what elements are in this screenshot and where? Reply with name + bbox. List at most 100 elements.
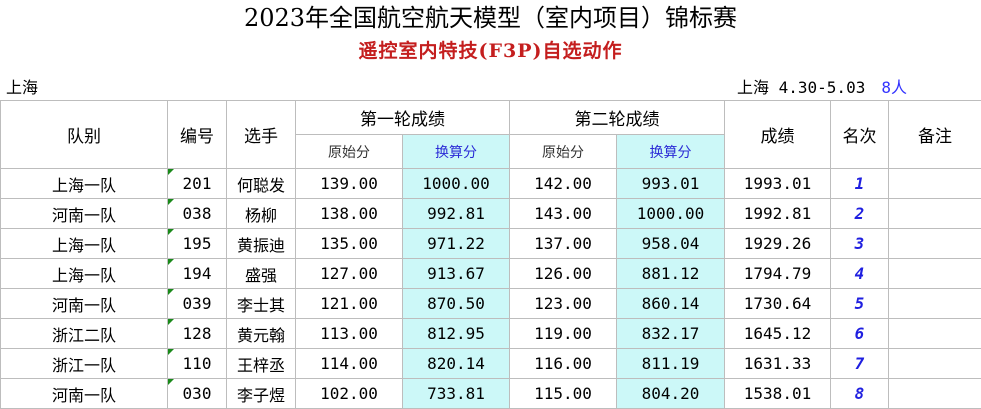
pilot-cell: 黄元翰	[227, 319, 296, 349]
r1-raw-cell: 121.00	[296, 289, 403, 319]
r2-converted-cell: 832.17	[617, 319, 725, 349]
col-r2-converted-header: 换算分	[617, 135, 725, 169]
table-row: 浙江二队128黄元翰113.00812.95119.00832.171645.1…	[1, 319, 981, 349]
r1-converted-cell: 1000.00	[403, 169, 510, 199]
pilot-cell: 王梓丞	[227, 349, 296, 379]
notes-cell	[889, 349, 981, 379]
notes-cell	[889, 379, 981, 409]
r2-raw-cell: 143.00	[510, 199, 617, 229]
date-range: 上海 4.30-5.03	[737, 78, 865, 97]
notes-cell	[889, 229, 981, 259]
team-cell: 河南一队	[1, 379, 168, 409]
number-cell: 030	[168, 379, 227, 409]
number-cell: 194	[168, 259, 227, 289]
r1-raw-cell: 114.00	[296, 349, 403, 379]
r2-raw-cell: 137.00	[510, 229, 617, 259]
col-rank-header: 名次	[831, 101, 889, 169]
notes-cell	[889, 319, 981, 349]
r1-raw-cell: 127.00	[296, 259, 403, 289]
r2-converted-cell: 811.19	[617, 349, 725, 379]
table-row: 河南一队039李士其121.00870.50123.00860.141730.6…	[1, 289, 981, 319]
rank-cell: 7	[831, 349, 889, 379]
r1-raw-cell: 139.00	[296, 169, 403, 199]
team-cell: 浙江二队	[1, 319, 168, 349]
col-team-header: 队别	[1, 101, 168, 169]
event-subtitle: 遥控室内特技(F3P)自选动作	[0, 38, 981, 64]
r2-raw-cell: 142.00	[510, 169, 617, 199]
number-cell: 039	[168, 289, 227, 319]
participant-count: 8人	[881, 78, 907, 97]
team-cell: 浙江一队	[1, 349, 168, 379]
score-cell: 1538.01	[725, 379, 831, 409]
venue-label: 上海	[6, 77, 38, 99]
r1-converted-cell: 870.50	[403, 289, 510, 319]
number-cell: 038	[168, 199, 227, 229]
table-row: 上海一队201何聪发139.001000.00142.00993.011993.…	[1, 169, 981, 199]
r1-converted-cell: 812.95	[403, 319, 510, 349]
table-row: 河南一队038杨柳138.00992.81143.001000.001992.8…	[1, 199, 981, 229]
page-title: 2023年全国航空航天模型（室内项目）锦标赛	[0, 2, 981, 34]
rank-cell: 1	[831, 169, 889, 199]
pilot-cell: 李士其	[227, 289, 296, 319]
number-cell: 110	[168, 349, 227, 379]
col-r2-raw-header: 原始分	[510, 135, 617, 169]
number-cell: 195	[168, 229, 227, 259]
r1-converted-cell: 733.81	[403, 379, 510, 409]
table-row: 浙江一队110王梓丞114.00820.14116.00811.191631.3…	[1, 349, 981, 379]
r2-raw-cell: 116.00	[510, 349, 617, 379]
r1-raw-cell: 138.00	[296, 199, 403, 229]
rank-cell: 3	[831, 229, 889, 259]
notes-cell	[889, 169, 981, 199]
r2-raw-cell: 126.00	[510, 259, 617, 289]
col-pilot-header: 选手	[227, 101, 296, 169]
rank-cell: 8	[831, 379, 889, 409]
r1-converted-cell: 913.67	[403, 259, 510, 289]
r2-raw-cell: 115.00	[510, 379, 617, 409]
table-row: 上海一队194盛强127.00913.67126.00881.121794.79…	[1, 259, 981, 289]
rank-cell: 6	[831, 319, 889, 349]
r1-converted-cell: 820.14	[403, 349, 510, 379]
notes-cell	[889, 259, 981, 289]
col-r1-converted-header: 换算分	[403, 135, 510, 169]
r1-raw-cell: 102.00	[296, 379, 403, 409]
r2-converted-cell: 993.01	[617, 169, 725, 199]
score-cell: 1730.64	[725, 289, 831, 319]
team-cell: 河南一队	[1, 199, 168, 229]
score-cell: 1645.12	[725, 319, 831, 349]
score-cell: 1631.33	[725, 349, 831, 379]
notes-cell	[889, 199, 981, 229]
score-cell: 1993.01	[725, 169, 831, 199]
rank-cell: 4	[831, 259, 889, 289]
team-cell: 上海一队	[1, 169, 168, 199]
team-cell: 上海一队	[1, 259, 168, 289]
r2-converted-cell: 1000.00	[617, 199, 725, 229]
r2-converted-cell: 958.04	[617, 229, 725, 259]
r1-converted-cell: 971.22	[403, 229, 510, 259]
pilot-cell: 盛强	[227, 259, 296, 289]
date-info: 上海 4.30-5.03 8人	[737, 77, 907, 99]
number-cell: 201	[168, 169, 227, 199]
r2-raw-cell: 119.00	[510, 319, 617, 349]
col-round1-header: 第一轮成绩	[296, 101, 510, 135]
table-row: 上海一队195黄振迪135.00971.22137.00958.041929.2…	[1, 229, 981, 259]
pilot-cell: 李子煜	[227, 379, 296, 409]
col-score-header: 成绩	[725, 101, 831, 169]
r1-raw-cell: 113.00	[296, 319, 403, 349]
r2-converted-cell: 881.12	[617, 259, 725, 289]
score-cell: 1794.79	[725, 259, 831, 289]
pilot-cell: 黄振迪	[227, 229, 296, 259]
team-cell: 上海一队	[1, 229, 168, 259]
col-notes-header: 备注	[889, 101, 981, 169]
rank-cell: 5	[831, 289, 889, 319]
table-body: 上海一队201何聪发139.001000.00142.00993.011993.…	[1, 169, 981, 409]
table-header: 队别 编号 选手 第一轮成绩 第二轮成绩 成绩 名次 备注 原始分 换算分 原始…	[1, 101, 981, 169]
number-cell: 128	[168, 319, 227, 349]
col-r1-raw-header: 原始分	[296, 135, 403, 169]
pilot-cell: 何聪发	[227, 169, 296, 199]
r1-raw-cell: 135.00	[296, 229, 403, 259]
team-cell: 河南一队	[1, 289, 168, 319]
col-round2-header: 第二轮成绩	[510, 101, 725, 135]
table-row: 河南一队030李子煜102.00733.81115.00804.201538.0…	[1, 379, 981, 409]
results-table: 队别 编号 选手 第一轮成绩 第二轮成绩 成绩 名次 备注 原始分 换算分 原始…	[0, 100, 981, 409]
r2-converted-cell: 860.14	[617, 289, 725, 319]
